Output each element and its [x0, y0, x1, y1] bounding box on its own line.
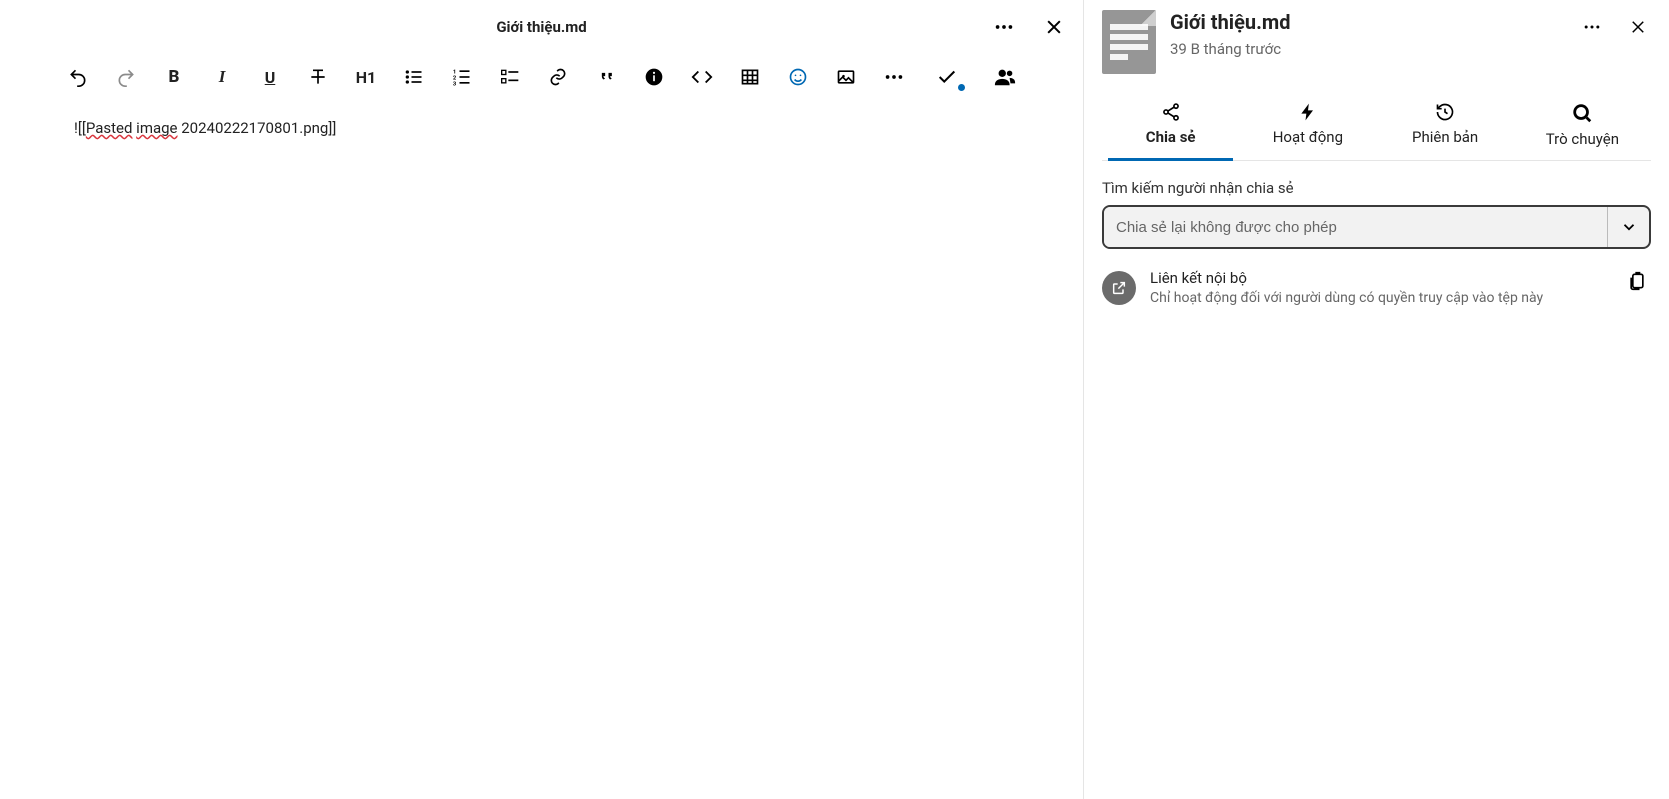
info-icon — [644, 67, 664, 87]
panel-more-button[interactable] — [1573, 8, 1611, 46]
link-button[interactable] — [534, 57, 582, 97]
editor-file-title: Giới thiệu.md — [496, 18, 586, 36]
tab-share[interactable]: Chia sẻ — [1102, 94, 1239, 160]
panel-close-button[interactable] — [1619, 8, 1657, 46]
tab-versions[interactable]: Phiên bản — [1377, 94, 1514, 160]
editor-pane: Giới thiệu.md B I U H1 123 — [0, 0, 1083, 799]
code-block-button[interactable] — [678, 57, 726, 97]
info-button[interactable] — [630, 57, 678, 97]
italic-button[interactable]: I — [198, 57, 246, 97]
editor-more-button[interactable] — [985, 8, 1023, 46]
heading-button[interactable]: H1 — [342, 57, 390, 97]
quote-button[interactable] — [582, 57, 630, 97]
panel-file-title: Giới thiệu.md — [1170, 10, 1290, 34]
ordered-list-button[interactable]: 123 — [438, 57, 486, 97]
editor-toolbar: B I U H1 123 — [0, 54, 1083, 100]
share-recipient-dropdown[interactable] — [1607, 207, 1649, 247]
file-type-icon — [1102, 10, 1156, 74]
table-button[interactable] — [726, 57, 774, 97]
tab-chat[interactable]: Trò chuyện — [1514, 94, 1651, 160]
internal-link-title: Liên kết nội bộ — [1150, 269, 1609, 287]
emoji-icon — [788, 67, 808, 87]
history-icon — [1435, 102, 1455, 122]
underline-button[interactable]: U — [246, 57, 294, 97]
panel-file-subtitle: 39 B tháng trước — [1170, 40, 1290, 58]
lightning-icon — [1298, 102, 1318, 122]
copy-internal-link-button[interactable] — [1623, 271, 1651, 291]
list-ol-icon: 123 — [452, 67, 472, 87]
clipboard-icon — [1627, 271, 1647, 291]
external-link-icon — [1111, 280, 1127, 296]
collaborators-button[interactable] — [981, 57, 1029, 97]
internal-link-card: Liên kết nội bộ Chỉ hoạt động đối với ng… — [1102, 269, 1651, 308]
list-ul-icon — [404, 67, 424, 87]
chevron-down-icon — [1620, 218, 1638, 236]
internal-link-badge — [1102, 271, 1136, 305]
content-text: ![[Pasted image 20240222170801.png]] — [74, 119, 336, 137]
undo-button[interactable] — [54, 57, 102, 97]
more-horizontal-icon — [993, 16, 1015, 38]
people-icon — [994, 66, 1016, 88]
image-button[interactable] — [822, 57, 870, 97]
strikethrough-button[interactable] — [294, 57, 342, 97]
panel-tabs: Chia sẻ Hoạt động Phiên bản Trò chuyện — [1102, 94, 1651, 161]
list-check-icon — [500, 67, 520, 87]
editor-close-button[interactable] — [1035, 8, 1073, 46]
editor-header: Giới thiệu.md — [0, 0, 1083, 54]
strikethrough-icon — [308, 67, 328, 87]
more-tools-button[interactable] — [870, 57, 918, 97]
link-icon — [548, 67, 568, 87]
redo-button[interactable] — [102, 57, 150, 97]
internal-link-desc: Chỉ hoạt động đối với người dùng có quyề… — [1150, 289, 1609, 308]
quote-icon — [596, 67, 616, 87]
emoji-button[interactable] — [774, 57, 822, 97]
svg-text:3: 3 — [453, 81, 457, 87]
more-horizontal-icon — [883, 66, 905, 88]
editor-content[interactable]: ![[Pasted image 20240222170801.png]] — [0, 100, 1083, 799]
share-icon — [1161, 102, 1181, 122]
search-bold-icon — [1571, 102, 1593, 124]
unordered-list-button[interactable] — [390, 57, 438, 97]
save-status-button[interactable] — [923, 57, 971, 97]
tab-activity[interactable]: Hoạt động — [1239, 94, 1376, 160]
check-icon — [936, 66, 958, 88]
image-icon — [836, 67, 856, 87]
share-search-label: Tìm kiếm người nhận chia sẻ — [1102, 179, 1651, 197]
share-recipient-input[interactable] — [1104, 207, 1607, 247]
close-icon — [1044, 17, 1064, 37]
more-horizontal-icon — [1582, 17, 1602, 37]
redo-icon — [116, 67, 136, 87]
panel-header: Giới thiệu.md 39 B tháng trước — [1102, 10, 1651, 88]
share-recipient-combo[interactable] — [1102, 205, 1651, 249]
bold-button[interactable]: B — [150, 57, 198, 97]
close-icon — [1629, 18, 1647, 36]
details-panel: Giới thiệu.md 39 B tháng trước Chia sẻ H… — [1084, 0, 1669, 799]
undo-icon — [68, 67, 88, 87]
code-icon — [691, 66, 713, 88]
table-icon — [740, 67, 760, 87]
task-list-button[interactable] — [486, 57, 534, 97]
